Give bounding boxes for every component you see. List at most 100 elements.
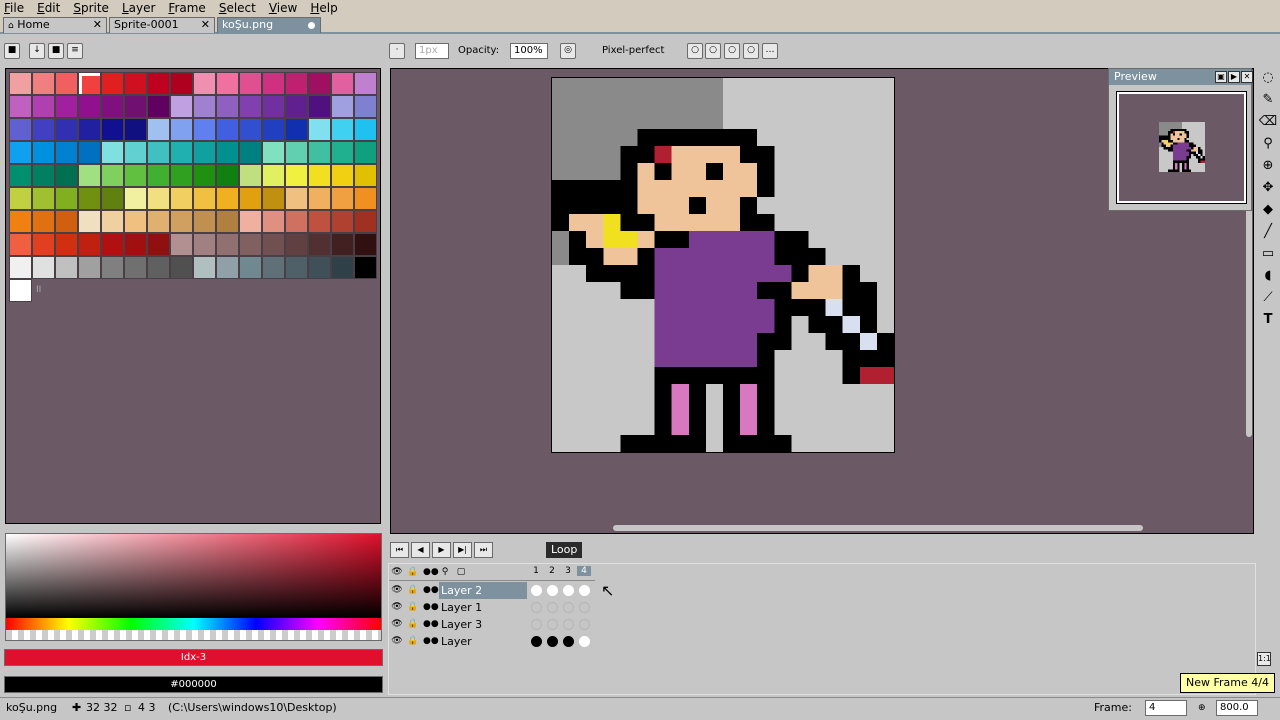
palette-swatch[interactable] <box>170 164 193 187</box>
dynamics-icon[interactable]: ○ <box>705 43 721 59</box>
palette-swatch[interactable] <box>193 233 216 256</box>
stop-icon[interactable]: ■ <box>48 43 64 59</box>
palette-swatch[interactable] <box>308 118 331 141</box>
palette-swatch[interactable] <box>354 141 377 164</box>
timeline-zoom-icon[interactable]: 1:1 <box>1257 652 1271 666</box>
palette-swatch[interactable] <box>32 210 55 233</box>
palette-swatch[interactable] <box>147 118 170 141</box>
layer-row[interactable]: 👁 🔒 ●● Layer <box>389 633 595 650</box>
layer-name[interactable]: Layer 2 <box>439 582 527 599</box>
hue-slider[interactable] <box>6 618 381 630</box>
opacity-input[interactable]: 100% <box>510 43 548 59</box>
brush-shape-button[interactable]: · <box>389 43 405 59</box>
palette-swatch[interactable] <box>78 256 101 279</box>
gradient-icon[interactable]: ○ <box>724 43 740 59</box>
line-tool-icon[interactable]: ╱ <box>1258 222 1278 242</box>
palette-swatch[interactable] <box>216 164 239 187</box>
palette-swatch[interactable] <box>32 187 55 210</box>
palette-swatch[interactable] <box>78 95 101 118</box>
frame-cel[interactable] <box>531 602 542 613</box>
palette-swatch[interactable] <box>147 233 170 256</box>
palette-swatch[interactable] <box>354 233 377 256</box>
palette-swatch[interactable] <box>55 118 78 141</box>
palette-swatch[interactable] <box>101 233 124 256</box>
layer-lock-icon[interactable]: 🔒 <box>407 584 419 596</box>
play-icon[interactable]: ▶ <box>432 542 451 558</box>
palette-swatch[interactable] <box>262 72 285 95</box>
palette-swatch[interactable] <box>262 256 285 279</box>
ink-icon[interactable]: ◎ <box>560 43 576 59</box>
frame-number-4[interactable]: 4 <box>577 566 591 576</box>
palette-swatch[interactable] <box>262 233 285 256</box>
palette-swatch[interactable] <box>239 233 262 256</box>
layer-name[interactable]: Layer 3 <box>439 616 527 633</box>
layer-row[interactable]: 👁 🔒 ●● Layer 3 <box>389 616 595 633</box>
layer-continuous-icon[interactable]: ●● <box>423 601 439 613</box>
palette-swatch[interactable] <box>308 187 331 210</box>
palette-swatch[interactable] <box>285 210 308 233</box>
palette-swatch[interactable] <box>308 164 331 187</box>
palette-swatch[interactable] <box>147 95 170 118</box>
eyedropper-tool-icon[interactable]: ⚲ <box>1258 134 1278 154</box>
frame-number-3[interactable]: 3 <box>561 566 575 576</box>
frame-cel[interactable] <box>547 602 558 613</box>
palette-swatch[interactable] <box>193 187 216 210</box>
palette-swatch[interactable] <box>216 256 239 279</box>
palette-swatch[interactable] <box>9 95 32 118</box>
menu-frame[interactable]: Frame <box>168 1 205 15</box>
palette-swatch[interactable] <box>331 164 354 187</box>
frame-cel[interactable] <box>579 602 590 613</box>
palette-swatch[interactable] <box>9 187 32 210</box>
tab-sprite-0001[interactable]: Sprite-0001 ✕ <box>109 17 215 33</box>
palette-swatch[interactable] <box>354 118 377 141</box>
timeline-grid[interactable]: 👁 🔒 ●● ⚲ ▢ 1 2 3 4 👁 🔒 ●● Layer 2 👁 🔒 ●● Layer … <box>388 563 1256 695</box>
arrow-down-icon[interactable]: ↓ <box>29 43 45 59</box>
frame-cel[interactable] <box>547 636 558 647</box>
frame-number-1[interactable]: 1 <box>529 566 543 576</box>
palette-swatch[interactable] <box>262 187 285 210</box>
brush-size-input[interactable]: 1px <box>415 43 449 59</box>
palette-swatch[interactable] <box>101 141 124 164</box>
palette-swatch[interactable] <box>9 233 32 256</box>
palette-swatch[interactable] <box>193 72 216 95</box>
preview-play-icon[interactable]: ▶ <box>1228 71 1240 83</box>
palette-swatch[interactable] <box>170 72 193 95</box>
palette-swatch[interactable] <box>55 141 78 164</box>
tab-sprite-close-icon[interactable]: ✕ <box>201 18 210 32</box>
palette-swatch[interactable] <box>101 164 124 187</box>
palette-swatch[interactable] <box>32 233 55 256</box>
preview-close-icon[interactable]: ✕ <box>1241 71 1253 83</box>
palette-swatch[interactable] <box>147 141 170 164</box>
palette-swatch[interactable] <box>55 95 78 118</box>
palette-swatch[interactable] <box>170 233 193 256</box>
palette-swatch[interactable] <box>285 187 308 210</box>
palette-swatch[interactable] <box>262 164 285 187</box>
palette-swatch[interactable] <box>147 164 170 187</box>
frame-cel[interactable] <box>531 585 542 596</box>
palette-swatch[interactable] <box>124 141 147 164</box>
tab-home-close-icon[interactable]: ✕ <box>93 18 102 32</box>
palette-swatch[interactable] <box>32 141 55 164</box>
palette-swatch[interactable] <box>239 187 262 210</box>
palette-swatch[interactable] <box>78 141 101 164</box>
palette-swatch[interactable] <box>32 164 55 187</box>
first-frame-icon[interactable]: ⏮ <box>390 542 409 558</box>
layer-name[interactable]: Layer <box>439 633 527 650</box>
palette-swatch[interactable] <box>262 118 285 141</box>
palette-swatch[interactable] <box>78 233 101 256</box>
frame-cel[interactable] <box>563 602 574 613</box>
palette-swatch[interactable] <box>124 187 147 210</box>
lock-icon[interactable]: ■ <box>4 43 20 59</box>
frame-number-2[interactable]: 2 <box>545 566 559 576</box>
palette-swatch[interactable] <box>285 233 308 256</box>
palette-swatch[interactable] <box>55 164 78 187</box>
blur-tool-icon[interactable]: ⟋ <box>1258 288 1278 308</box>
palette-swatch[interactable] <box>331 210 354 233</box>
palette-swatch[interactable] <box>193 210 216 233</box>
next-frame-icon[interactable]: ▶| <box>453 542 472 558</box>
palette-swatch[interactable] <box>216 141 239 164</box>
layer-continuous-icon[interactable]: ●● <box>423 618 439 630</box>
palette-swatch[interactable] <box>285 141 308 164</box>
frame-cel[interactable] <box>563 619 574 630</box>
palette-swatch[interactable] <box>216 233 239 256</box>
